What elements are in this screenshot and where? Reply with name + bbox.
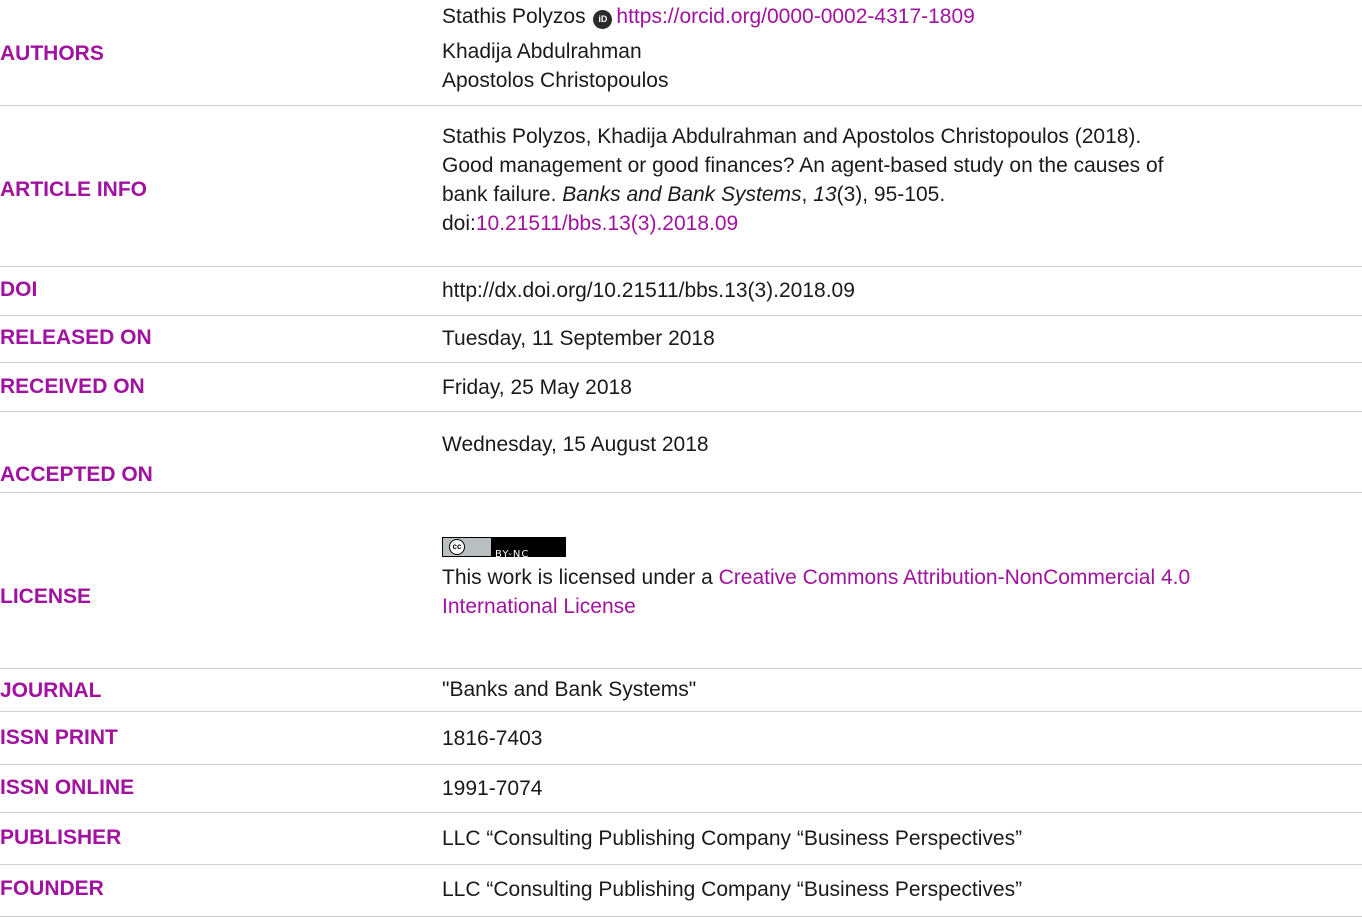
row-authors: AUTHORS Stathis Polyzos iD https://orcid.… [0,0,1362,106]
license-link[interactable]: Creative Commons Attribution-NonCommerci… [719,566,1191,589]
article-citation: Stathis Polyzos, Khadija Abdulrahman and… [442,122,1362,238]
issn-print-value: 1816-7403 [442,727,543,750]
author-line-1: Stathis Polyzos iD https://orcid.org/0000… [442,2,1362,31]
label-issn-online: ISSN ONLINE [0,776,135,799]
row-doi: DOI http://dx.doi.org/10.21511/bbs.13(3)… [0,267,1362,316]
cc-icon: cc [449,539,465,555]
cc-license-badge[interactable]: cc BY-NC [442,537,566,560]
author-name: Stathis Polyzos [442,5,586,28]
label-issn-print: ISSN PRINT [0,726,118,749]
label-doi: DOI [0,278,38,301]
row-publisher: PUBLISHER LLC “Consulting Publishing Com… [0,813,1362,865]
row-license: LICENSE cc BY-NC This work is licensed u… [0,493,1362,669]
article-metadata-page: AUTHORS Stathis Polyzos iD https://orcid.… [0,0,1362,918]
citation-doi: doi:10.21511/bbs.13(3).2018.09 [442,212,739,235]
row-accepted: ACCEPTED ON Wednesday, 15 August 2018 [0,412,1362,493]
orcid-link[interactable]: https://orcid.org/0000-0002-4317-1809 [616,5,974,28]
cc-badge-text: BY-NC [495,549,530,560]
received-value: Friday, 25 May 2018 [442,376,632,399]
row-issn-online: ISSN ONLINE 1991-7074 [0,765,1362,813]
doi-link[interactable]: 10.21511/bbs.13(3).2018.09 [476,212,738,235]
label-founder: FOUNDER [0,877,104,900]
label-publisher: PUBLISHER [0,826,122,849]
license-text: This work is licensed under a Creative C… [442,566,1191,589]
label-license: LICENSE [0,585,92,608]
label-accepted: ACCEPTED ON [0,463,153,486]
journal-name: Banks and Bank Systems [562,183,802,206]
license-content: cc BY-NC This work is licensed under a C… [442,537,1362,621]
released-value: Tuesday, 11 September 2018 [442,327,715,350]
publisher-value: LLC “Consulting Publishing Company “Busi… [442,827,1023,850]
volume-number: 13 [813,183,837,206]
orcid-icon[interactable]: iD [593,10,613,29]
citation-line: Good management or good finances? An age… [442,154,1164,177]
row-released: RELEASED ON Tuesday, 11 September 2018 [0,316,1362,363]
row-article-info: ARTICLE INFO Stathis Polyzos, Khadija Ab… [0,106,1362,267]
citation-line: Stathis Polyzos, Khadija Abdulrahman and… [442,125,1142,148]
label-released: RELEASED ON [0,326,152,349]
citation-line: bank failure. Banks and Bank Systems, 13… [442,183,946,206]
author-name: Apostolos Christopoulos [442,69,669,92]
author-name: Khadija Abdulrahman [442,40,642,63]
journal-value: "Banks and Bank Systems" [442,678,697,701]
row-received: RECEIVED ON Friday, 25 May 2018 [0,363,1362,412]
doi-value: http://dx.doi.org/10.21511/bbs.13(3).201… [442,279,855,302]
row-founder: FOUNDER LLC “Consulting Publishing Compa… [0,865,1362,917]
label-journal: JOURNAL [0,679,102,702]
label-authors: AUTHORS [0,42,104,65]
accepted-value: Wednesday, 15 August 2018 [442,433,709,456]
license-link[interactable]: International License [442,595,636,618]
issn-online-value: 1991-7074 [442,777,543,800]
label-article-info: ARTICLE INFO [0,178,147,201]
founder-value: LLC “Consulting Publishing Company “Busi… [442,878,1023,901]
label-received: RECEIVED ON [0,375,145,398]
authors-list: Stathis Polyzos iD https://orcid.org/0000… [442,2,1362,95]
row-journal: JOURNAL "Banks and Bank Systems" [0,669,1362,712]
row-issn-print: ISSN PRINT 1816-7403 [0,712,1362,765]
